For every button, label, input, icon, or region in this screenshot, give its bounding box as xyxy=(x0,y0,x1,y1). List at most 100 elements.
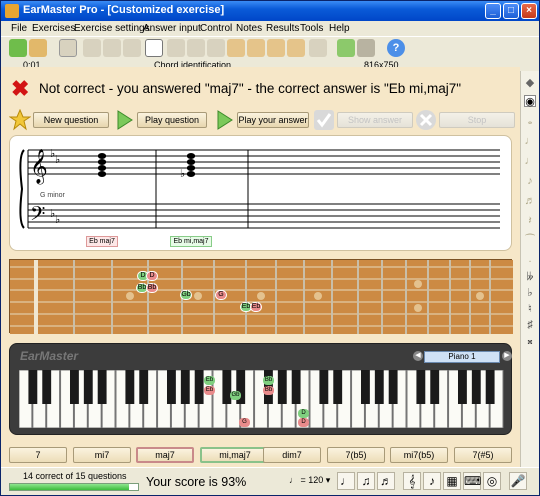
show-answer-button[interactable]: Show answer xyxy=(337,112,413,128)
black-key[interactable] xyxy=(69,370,79,404)
keyboard-input-icon[interactable]: ⌨ xyxy=(463,472,481,490)
stop-button[interactable]: Stop xyxy=(439,112,515,128)
tempo-control[interactable]: ♩ = 120 ▾ xyxy=(289,475,330,486)
black-key[interactable] xyxy=(28,370,38,404)
answer-maj7-button[interactable]: maj7 xyxy=(136,447,194,463)
fretboard: D D Bb Bb Gb G Eb Eb xyxy=(9,259,513,334)
black-key[interactable] xyxy=(485,370,495,404)
menu-control[interactable]: Control xyxy=(200,23,232,34)
minimize-button[interactable]: _ xyxy=(485,3,501,19)
menu-results[interactable]: Results xyxy=(266,23,299,34)
answer-mi7b5-button[interactable]: mi7(b5) xyxy=(390,447,448,463)
prev-instrument-button[interactable]: ◀ xyxy=(413,351,423,361)
beamed-notes-icon[interactable]: ♬ xyxy=(377,472,395,490)
natural-icon[interactable]: ♮ xyxy=(524,303,536,315)
key-marker-red: G xyxy=(239,418,250,427)
black-key[interactable] xyxy=(360,370,370,404)
chord-inversion-icon[interactable] xyxy=(167,39,185,57)
menu-exercise-settings[interactable]: Exercise settings xyxy=(74,23,150,34)
rhythm-dictation-icon[interactable] xyxy=(247,39,265,57)
eighth-note-icon[interactable]: ♪ xyxy=(524,175,536,187)
scale-icon[interactable] xyxy=(187,39,205,57)
quarter-note-icon[interactable]: ♩ xyxy=(524,155,536,167)
dot-icon[interactable]: . xyxy=(524,253,536,265)
help-icon[interactable]: ? xyxy=(387,39,405,57)
menu-file[interactable]: File xyxy=(11,23,27,34)
half-note-icon[interactable]: ♩ xyxy=(524,135,536,147)
answer-7b5-button[interactable]: 7(b5) xyxy=(327,447,385,463)
open-exercise-icon[interactable] xyxy=(9,39,27,57)
black-key[interactable] xyxy=(222,370,232,404)
black-key[interactable] xyxy=(291,370,301,404)
black-key[interactable] xyxy=(430,370,440,404)
menu-help[interactable]: Help xyxy=(329,23,350,34)
piano-keys[interactable] xyxy=(19,370,504,428)
midi-icon[interactable]: ◎ xyxy=(483,472,501,490)
black-key[interactable] xyxy=(416,370,426,404)
keyboard-icon[interactable] xyxy=(59,39,77,57)
sixteenth-note-icon[interactable]: ♬ xyxy=(524,195,536,207)
answer-mi7-button[interactable]: mi7 xyxy=(73,447,131,463)
two-notes-icon[interactable]: ♫ xyxy=(357,472,375,490)
answer-mi-maj7-button[interactable]: mi,maj7 xyxy=(200,447,270,463)
tuning-icon[interactable] xyxy=(309,39,327,57)
black-key[interactable] xyxy=(180,370,190,404)
new-question-button[interactable]: New question xyxy=(33,112,109,128)
comparison-icon[interactable] xyxy=(123,39,141,57)
double-flat-icon[interactable]: 𝄫 xyxy=(524,271,536,283)
black-key[interactable] xyxy=(97,370,107,404)
black-key[interactable] xyxy=(319,370,329,404)
answer-7-button[interactable]: 7 xyxy=(9,447,67,463)
lesson-icon[interactable] xyxy=(29,39,47,57)
next-instrument-button[interactable]: ▶ xyxy=(502,351,512,361)
black-key[interactable] xyxy=(83,370,93,404)
black-key[interactable] xyxy=(388,370,398,404)
single-note-icon[interactable]: ♩ xyxy=(337,472,355,490)
guitar-input-icon[interactable]: ♪ xyxy=(423,472,441,490)
black-key[interactable] xyxy=(374,370,384,404)
statistics-icon[interactable] xyxy=(337,39,355,57)
black-key[interactable] xyxy=(333,370,343,404)
tie-icon[interactable]: ⁀ xyxy=(524,235,536,247)
play-answer-button[interactable]: Play your answer xyxy=(237,112,309,128)
melody-dictation-icon[interactable] xyxy=(287,39,305,57)
black-key[interactable] xyxy=(471,370,481,404)
microphone-icon[interactable]: 🎤 xyxy=(509,472,527,490)
piano-brand: EarMaster xyxy=(20,349,79,363)
black-key[interactable] xyxy=(457,370,467,404)
close-button[interactable]: × xyxy=(521,3,537,19)
menu-tools[interactable]: Tools xyxy=(300,23,323,34)
melody-icon[interactable] xyxy=(267,39,285,57)
staff-input-icon[interactable]: 𝄞 xyxy=(403,472,421,490)
eye-icon[interactable]: ◉ xyxy=(524,95,536,108)
black-key[interactable] xyxy=(139,370,149,404)
black-key[interactable] xyxy=(125,370,135,404)
sharp-icon[interactable]: ♯ xyxy=(524,319,536,331)
play-question-button[interactable]: Play question xyxy=(137,112,207,128)
black-key[interactable] xyxy=(194,370,204,404)
black-key[interactable] xyxy=(277,370,287,404)
piano-input-icon[interactable]: ▦ xyxy=(443,472,461,490)
eraser-icon[interactable]: ◆ xyxy=(524,77,536,89)
maximize-button[interactable]: □ xyxy=(503,3,519,19)
progression-icon[interactable] xyxy=(207,39,225,57)
whole-note-icon[interactable]: 𝅝 xyxy=(524,115,536,127)
menu-answer-input[interactable]: Answer input xyxy=(143,23,201,34)
answer-7sharp5-button[interactable]: 7(#5) xyxy=(454,447,512,463)
rest-icon[interactable]: 𝄽 xyxy=(524,215,536,227)
instrument-select[interactable]: Piano 1 xyxy=(424,351,500,363)
flat-icon[interactable]: ♭ xyxy=(524,287,536,299)
rhythm-icon[interactable] xyxy=(227,39,245,57)
chord-identification-icon[interactable] xyxy=(145,39,163,57)
black-key[interactable] xyxy=(166,370,176,404)
menu-exercises[interactable]: Exercises xyxy=(32,23,75,34)
black-key[interactable] xyxy=(42,370,52,404)
interval-icon[interactable] xyxy=(83,39,101,57)
star-icon xyxy=(9,109,31,131)
menu-bar: File Exercises Exercise settings Answer … xyxy=(1,21,539,36)
sing-icon[interactable] xyxy=(357,39,375,57)
menu-notes[interactable]: Notes xyxy=(236,23,262,34)
answer-dim7-button[interactable]: dim7 xyxy=(263,447,321,463)
double-sharp-icon[interactable]: 𝄪 xyxy=(524,335,536,347)
interval-sing-icon[interactable] xyxy=(103,39,121,57)
